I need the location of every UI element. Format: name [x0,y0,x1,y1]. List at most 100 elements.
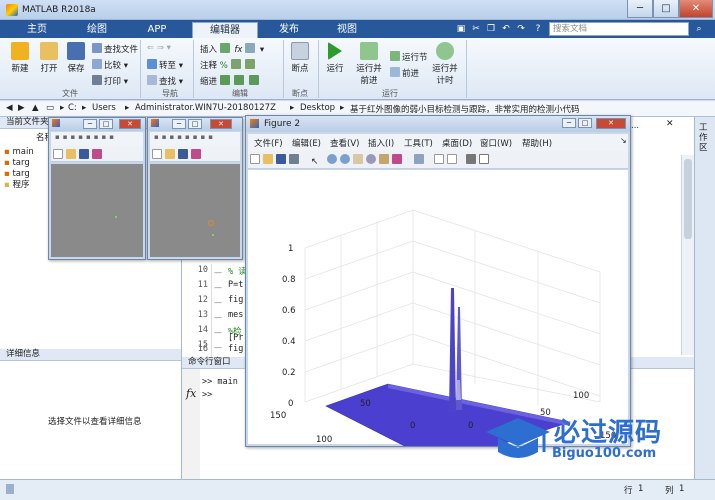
figure-1-toolbar[interactable] [51,146,143,162]
legend-icon[interactable] [446,154,457,164]
save-quick-icon[interactable]: ▣ [455,23,467,35]
figure-1-menu[interactable]: ▪▪▪▪▪▪▪▪ [51,132,143,146]
advance-button[interactable]: 前进 [390,67,419,79]
file-item[interactable]: ▪ targ [4,158,34,169]
folder-item[interactable]: ▪ 程序 [4,180,34,191]
editor-scrollbar[interactable] [681,155,694,355]
minimize-button[interactable]: ─ [172,119,186,129]
tab-editor[interactable]: 编辑器 [192,22,258,38]
nav-back-forward[interactable]: ⇐ ⇒ ▾ [147,43,171,53]
goto-button[interactable]: 转至 ▾ [147,59,183,71]
save-icon[interactable] [276,154,286,164]
figure-window-3[interactable]: ─ □ ✕ ▪▪▪▪▪▪▪▪ [147,117,243,260]
fx-icon[interactable]: fx [186,387,196,400]
up-folder-icon[interactable]: ▲ [32,103,39,113]
code-line[interactable]: fig [228,344,243,354]
code-line[interactable]: % 读 [228,265,247,277]
data-cursor-icon[interactable] [378,154,389,164]
hide-tools-icon[interactable] [466,154,477,164]
redo-icon[interactable]: ↷ [515,23,527,35]
menu-edit[interactable]: 编辑(E) [292,137,321,149]
new-button[interactable]: 新建 [6,42,34,74]
close-button[interactable]: ✕ [210,119,232,129]
maximize-button[interactable]: □ [99,119,113,129]
cmd-prompt[interactable]: >> [202,390,212,400]
open-button[interactable]: 打开 [36,42,62,74]
colorbar-icon[interactable] [433,154,444,164]
menu-view[interactable]: 查看(V) [330,137,359,149]
menu-window[interactable]: 窗口(W) [480,137,512,149]
open-icon[interactable] [66,149,76,159]
tab-plots[interactable]: 绘图 [72,22,122,38]
figure-3-menu[interactable]: ▪▪▪▪▪▪▪▪ [150,132,240,146]
tab-view[interactable]: 视图 [322,22,372,38]
tab-publish[interactable]: 发布 [264,22,314,38]
undo-icon[interactable]: ↶ [500,23,512,35]
help-icon[interactable]: ? [532,23,544,35]
close-button[interactable]: ✕ [679,0,713,18]
path-desktop[interactable]: Desktop [300,103,335,113]
zoom-out-icon[interactable] [339,154,350,164]
save-icon[interactable] [79,149,89,159]
menu-dock-icon[interactable]: ↘ [620,136,627,145]
zoom-in-icon[interactable] [326,154,337,164]
brush-icon[interactable] [191,149,201,159]
compare-button[interactable]: 比较 ▾ [92,59,128,71]
pan-icon[interactable] [352,154,363,164]
indent-button[interactable]: 缩进 [200,75,261,87]
run-button[interactable]: 运行 [322,42,348,74]
menu-help[interactable]: 帮助(H) [522,137,552,149]
path-project[interactable]: 基于红外图像的弱小目标检测与跟踪，非常实用的检测小代码 [350,103,580,115]
figure-window-1[interactable]: ─ □ ✕ ▪▪▪▪▪▪▪▪ [48,117,146,260]
minimize-button[interactable]: ─ [562,118,576,128]
figure-2-toolbar[interactable]: ↖ [248,151,628,169]
print-icon[interactable] [289,154,299,164]
brush-icon[interactable] [92,149,102,159]
file-item[interactable]: ▪ main [4,147,34,158]
open-icon[interactable] [263,154,273,164]
pointer-icon[interactable]: ↖ [311,157,321,167]
forward-icon[interactable]: ▶ [18,103,25,113]
save-icon[interactable] [178,149,188,159]
menu-desktop[interactable]: 桌面(D) [442,137,472,149]
rotate-icon[interactable] [365,154,376,164]
show-tools-icon[interactable] [479,154,490,164]
print-button[interactable]: 打印 ▾ [92,75,128,87]
save-button[interactable]: 保存 [64,42,88,74]
scroll-thumb[interactable] [684,159,692,239]
cut-icon[interactable]: ✂ [470,23,482,35]
menu-tools[interactable]: 工具(T) [404,137,433,149]
close-button[interactable]: ✕ [119,119,141,129]
run-advance-button[interactable]: 运行并 前进 [352,42,386,86]
maximize-button[interactable]: □ [578,118,592,128]
menu-file[interactable]: 文件(F) [254,137,283,149]
minimize-button[interactable]: ─ [627,0,653,18]
path-drive[interactable]: C: [68,103,77,113]
code-line[interactable]: P=t [228,280,243,290]
new-figure-icon[interactable] [53,149,63,159]
open-icon[interactable] [165,149,175,159]
back-icon[interactable]: ◀ [6,103,13,113]
file-item[interactable]: ▪ targ [4,169,34,180]
link-icon[interactable] [413,154,424,164]
tab-home[interactable]: 主页 [12,22,62,38]
search-icon[interactable]: ⌕ [693,23,705,35]
tab-apps[interactable]: APP [132,22,182,38]
maximize-button[interactable]: □ [188,119,202,129]
code-line[interactable]: mes [228,310,243,320]
brush-icon[interactable] [391,154,402,164]
code-line[interactable]: fig [228,295,243,305]
menu-insert[interactable]: 插入(I) [368,137,394,149]
run-section-button[interactable]: 运行节 [390,51,428,63]
minimize-button[interactable]: ─ [83,119,97,129]
close-button[interactable]: ✕ [596,118,626,129]
run-and-time-button[interactable]: 运行并 计时 [428,42,462,86]
breakpoints-button[interactable]: 断点 [287,42,313,74]
find-files-button[interactable]: 查找文件 [92,43,138,55]
browse-folder-icon[interactable]: ▭ [46,103,54,113]
path-admin[interactable]: Administrator.WIN7U-20180127Z [135,103,276,113]
workspace-label[interactable]: 工作区 [699,123,711,153]
comment-button[interactable]: 注释 % [200,59,257,71]
code-line[interactable]: [Pr [228,333,243,343]
insert-button[interactable]: 插入 fx ▾ [200,43,264,55]
